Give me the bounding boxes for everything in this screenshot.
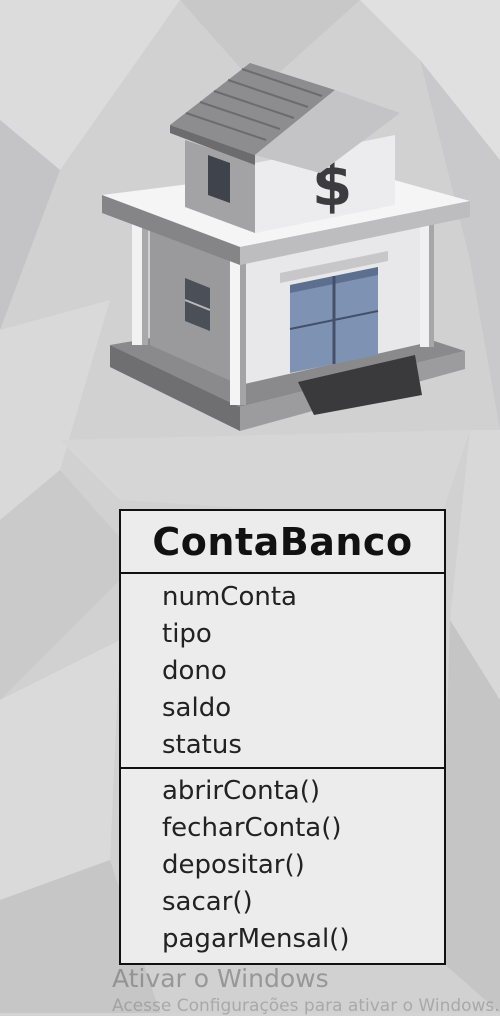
- method-item: pagarMensal(): [162, 924, 350, 954]
- attributes-section: numConta tipo dono saldo status: [121, 574, 444, 769]
- method-item: fecharConta(): [162, 813, 342, 843]
- uml-class-box: ContaBanco numConta tipo dono saldo stat…: [119, 509, 446, 965]
- attribute-item: dono: [162, 656, 227, 686]
- method-item: sacar(): [162, 887, 253, 917]
- windows-activation-subtext: Acesse Configurações para ativar o Windo…: [112, 996, 500, 1016]
- windows-activation-watermark: Ativar o Windows: [112, 964, 329, 993]
- attribute-item: tipo: [162, 619, 212, 649]
- attribute-item: numConta: [162, 582, 297, 612]
- methods-section: abrirConta() fecharConta() depositar() s…: [121, 769, 444, 958]
- bank-building-icon: $: [102, 63, 470, 431]
- attribute-item: status: [162, 730, 242, 760]
- class-name: ContaBanco: [121, 511, 444, 574]
- attribute-item: saldo: [162, 693, 232, 723]
- method-item: abrirConta(): [162, 776, 320, 806]
- method-item: depositar(): [162, 850, 305, 880]
